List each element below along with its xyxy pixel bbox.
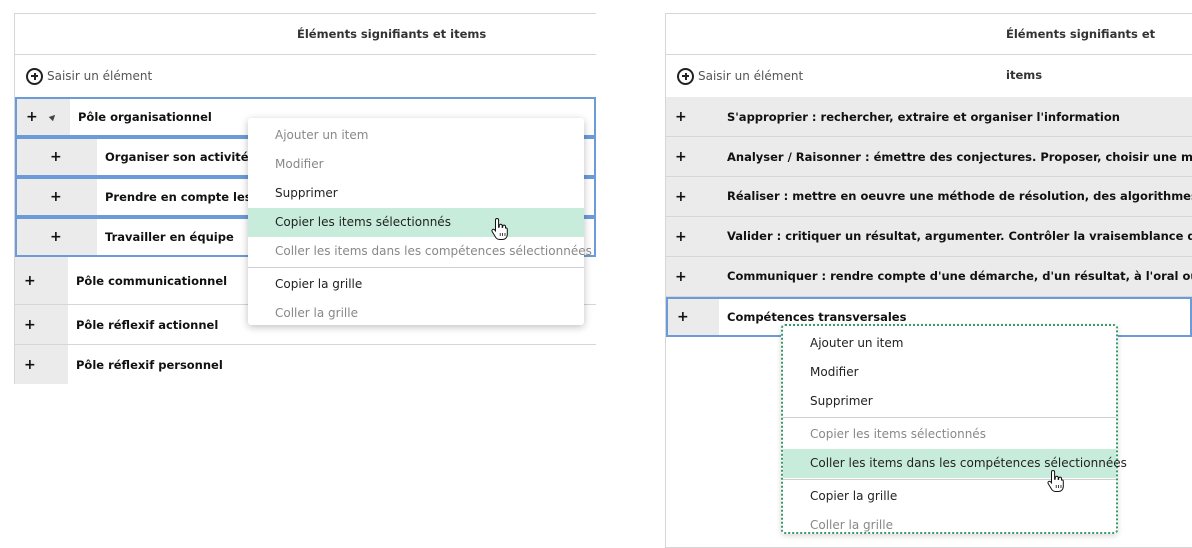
menu-item-copy-selected-items[interactable]: Copier les items sélectionnés: [248, 208, 584, 237]
expand-plus-icon[interactable]: +: [15, 345, 68, 384]
right-grid-header: Éléments signifiants et items: [666, 14, 1192, 82]
hand-pointer-icon: [491, 217, 508, 240]
left-context-menu: Ajouter un item Modifier Supprimer Copie…: [248, 118, 592, 328]
expand-plus-icon[interactable]: +: [666, 137, 719, 176]
left-add-element-button[interactable]: Saisir un élément: [15, 55, 596, 97]
menu-item-add-item[interactable]: Ajouter un item: [783, 329, 1116, 358]
menu-separator: [783, 479, 1116, 480]
collapse-triangle-icon[interactable]: [48, 112, 58, 122]
left-header-title: Éléments signifiants et items: [297, 27, 487, 41]
row-label: Compétences transversales: [727, 310, 907, 324]
expand-plus-icon[interactable]: +: [666, 97, 719, 136]
expand-plus-icon[interactable]: +: [666, 217, 719, 256]
expand-plus-icon[interactable]: +: [17, 139, 97, 175]
expand-plus-icon[interactable]: +: [17, 179, 97, 215]
menu-separator: [248, 267, 584, 268]
menu-item-paste-grid[interactable]: Coller la grille: [783, 511, 1116, 540]
menu-item-edit[interactable]: Modifier: [248, 150, 584, 179]
right-row-realiser[interactable]: + Réaliser : mettre en oeuvre une méthod…: [666, 177, 1192, 217]
right-add-element-label: Saisir un élément: [698, 69, 804, 83]
right-row-analyser[interactable]: + Analyser / Raisonner : émettre des con…: [666, 137, 1192, 177]
menu-item-copy-grid[interactable]: Copier la grille: [783, 482, 1116, 511]
hand-pointer-icon: [1047, 469, 1064, 492]
expand-plus-icon[interactable]: +: [15, 257, 68, 304]
row-label: Communiquer : rendre compte d'une démarc…: [719, 270, 1192, 283]
menu-item-copy-grid[interactable]: Copier la grille: [248, 270, 584, 299]
menu-item-delete[interactable]: Supprimer: [248, 179, 584, 208]
right-row-valider[interactable]: + Valider : critiquer un résultat, argum…: [666, 217, 1192, 257]
left-grid-header: Éléments signifiants et items: [15, 14, 596, 55]
row-label: Réaliser : mettre en oeuvre une méthode …: [719, 190, 1192, 203]
expand-plus-icon[interactable]: +: [666, 177, 719, 216]
menu-item-paste-items[interactable]: Coller les items dans les compétences sé…: [783, 449, 1127, 478]
plus-circle-icon: [677, 67, 694, 85]
menu-item-delete[interactable]: Supprimer: [783, 387, 1116, 416]
expand-plus-icon[interactable]: +: [666, 257, 719, 296]
right-row-approprier[interactable]: + S'approprier : rechercher, extraire et…: [666, 97, 1192, 137]
menu-separator: [783, 417, 1116, 418]
menu-item-add-item[interactable]: Ajouter un item: [248, 121, 584, 150]
menu-item-copy-selected-items[interactable]: Copier les items sélectionnés: [783, 420, 1116, 449]
row-label: S'approprier : rechercher, extraire et o…: [719, 109, 1192, 124]
right-context-menu: Ajouter un item Modifier Supprimer Copie…: [781, 324, 1127, 534]
expand-plus-icon[interactable]: +: [17, 99, 70, 135]
menu-item-paste-grid[interactable]: Coller la grille: [248, 299, 584, 328]
expand-plus-icon[interactable]: +: [668, 299, 719, 335]
left-add-element-label: Saisir un élément: [47, 69, 153, 83]
menu-item-edit[interactable]: Modifier: [783, 358, 1116, 387]
right-add-element-button[interactable]: Saisir un élément: [666, 55, 1192, 97]
row-label: Valider : critiquer un résultat, argumen…: [719, 230, 1192, 243]
left-row-reflexif-personnel[interactable]: + Pôle réflexif personnel: [15, 345, 596, 384]
right-row-communiquer[interactable]: + Communiquer : rendre compte d'une déma…: [666, 257, 1192, 297]
menu-item-paste-items[interactable]: Coller les items dans les compétences sé…: [248, 237, 592, 266]
row-label: Pôle réflexif personnel: [76, 358, 223, 372]
row-label: Analyser / Raisonner : émettre des conje…: [719, 149, 1192, 164]
plus-circle-icon: [26, 67, 43, 85]
expand-plus-icon[interactable]: +: [17, 219, 97, 255]
expand-plus-icon[interactable]: +: [15, 305, 68, 344]
